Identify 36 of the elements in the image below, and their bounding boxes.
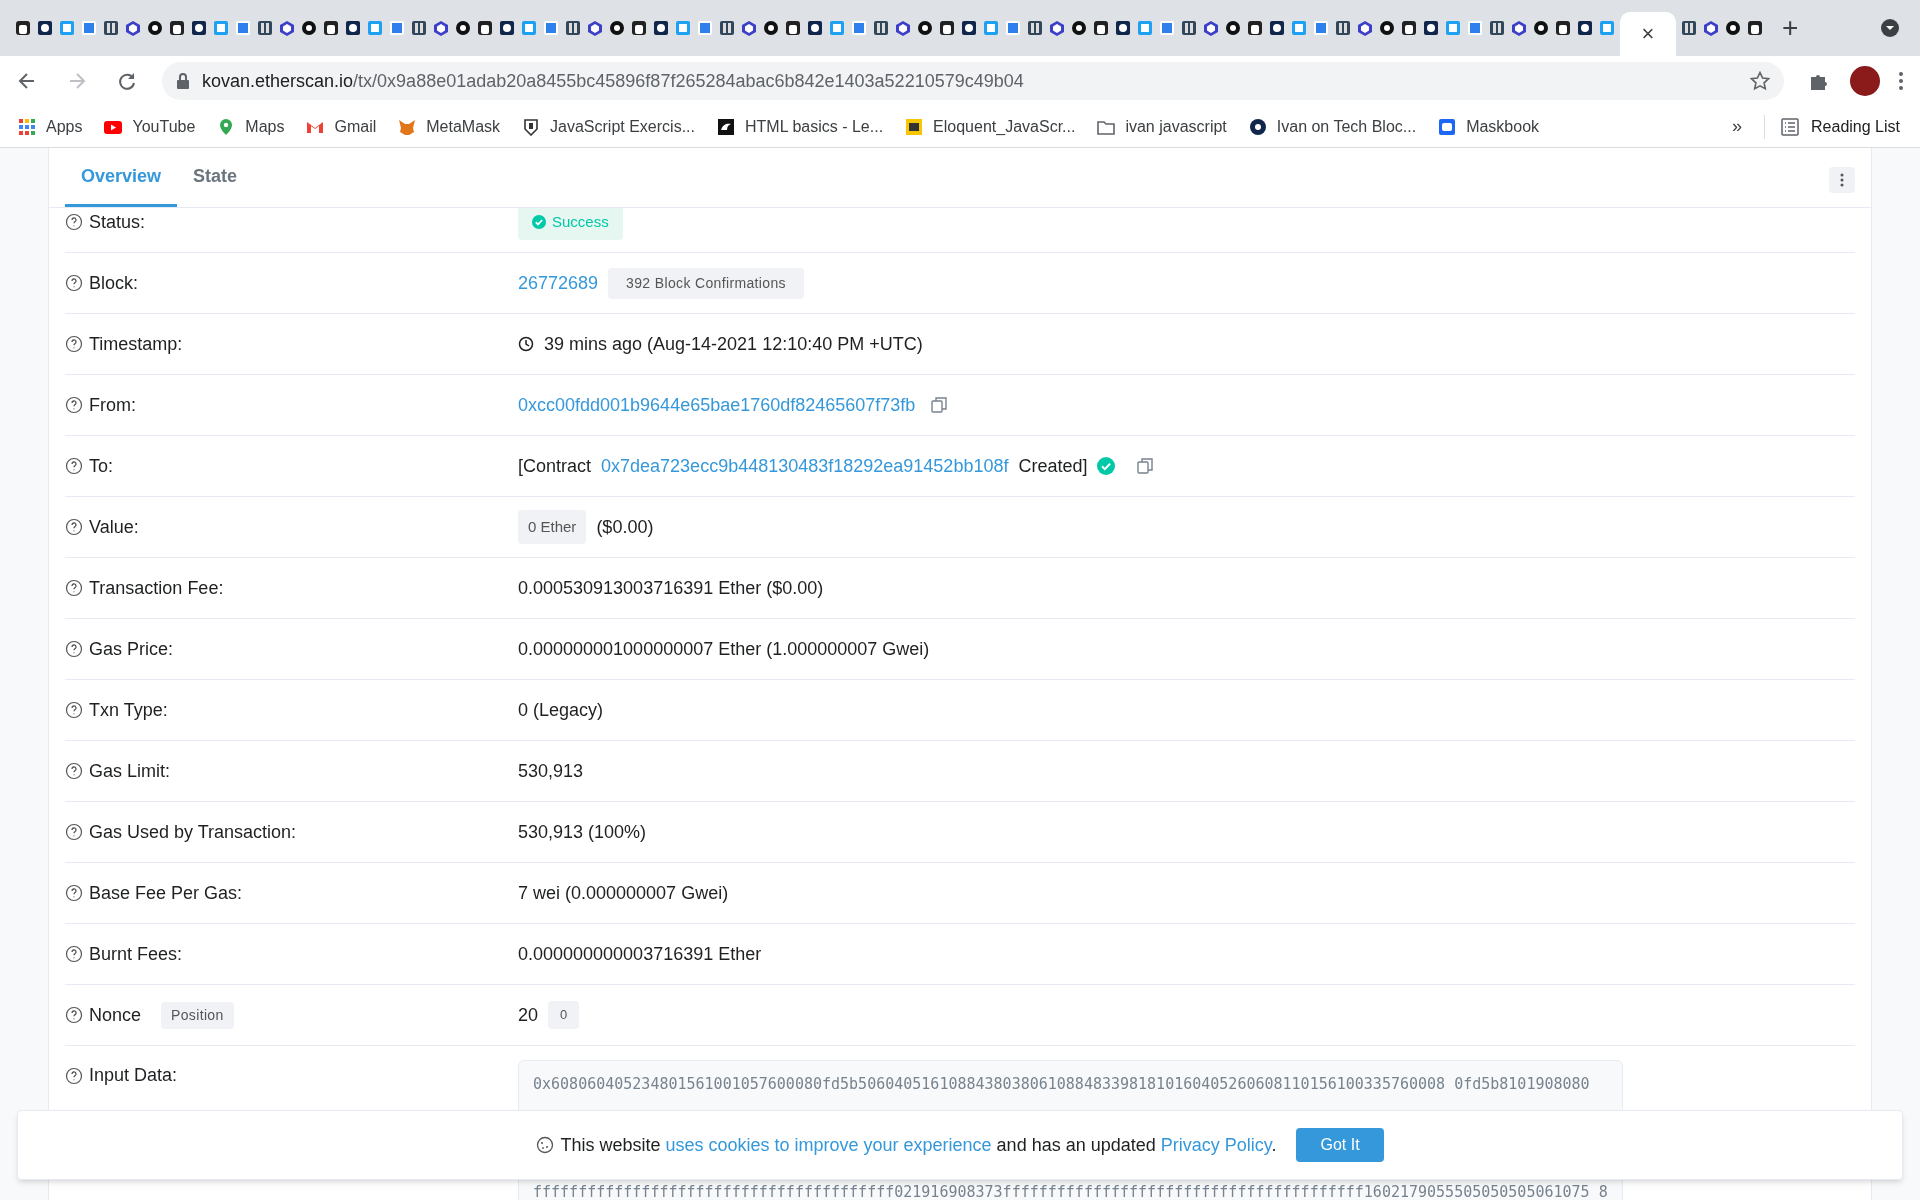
field-value: 0.000530913003716391 Ether ($0.00) [518,576,824,600]
field-value: 530,913 [518,759,584,783]
field-value: 530,913 (100%) [518,820,647,844]
status-text: Success [552,211,609,232]
field-value: 39 mins ago (Aug-14-2021 12:10:40 PM +UTC) [544,332,923,356]
field-label: Nonce [89,1003,142,1027]
field-value: 0.000000000003716391 Ether [518,942,762,966]
url-text: kovan.etherscan.io/tx/0x9a88e01adab20a8455bc45896f87f265284abac6b842e1403a52210579c49b04 [202,69,1024,93]
field-label: Transaction Fee: [89,576,224,600]
field-label: Gas Limit: [89,759,171,783]
field-label: Status: [89,210,146,234]
field-label: Value: [89,515,139,539]
position-tag: Position [161,1001,234,1029]
field-label: Gas Price: [89,637,174,661]
field-value: 20 [518,1003,539,1027]
hex-data-text: ffffffffffffffffffffffffffffffffffffffff021916908373ffffffffffffffffffffffffffffffffffffffff1602179055505050505061075 8 [533,1182,1608,1200]
field-label: Burnt Fees: [89,942,183,966]
position-tag: 0 [548,1001,580,1029]
ether-amount-tag: 0 Ether [518,509,587,545]
field-label: Timestamp: [89,332,183,356]
field-label: From: [89,393,136,417]
cookie-notice-text: This website uses cookies to improve your experience and has an updated Privacy Policy. [560,1133,1277,1157]
field-value: 7 wei (0.000000007 Gwei) [518,881,729,905]
confirmations-tag: 392 Block Confirmations [608,267,804,299]
field-label: Base Fee Per Gas: [89,881,243,905]
field-value: ($0.00) [596,515,654,539]
field-value: [Contract [518,454,592,478]
field-value: 0.000000001000000007 Ether (1.000000007 Gwei) [518,637,930,661]
field-label: Gas Used by Transaction: [89,820,297,844]
field-value: 0 (Legacy) [518,698,604,722]
hex-data-text: 0x608060405234801561001057600080fd5b50604051610884380380610884833981810160405260608110156100335760008 0fd5b8101908080 [533,1074,1590,1095]
field-value: Created] [1018,454,1088,478]
field-label: Txn Type: [89,698,168,722]
field-label: Block: [89,271,139,295]
field-label: Input Data: [89,1064,178,1087]
field-label: To: [89,454,113,478]
